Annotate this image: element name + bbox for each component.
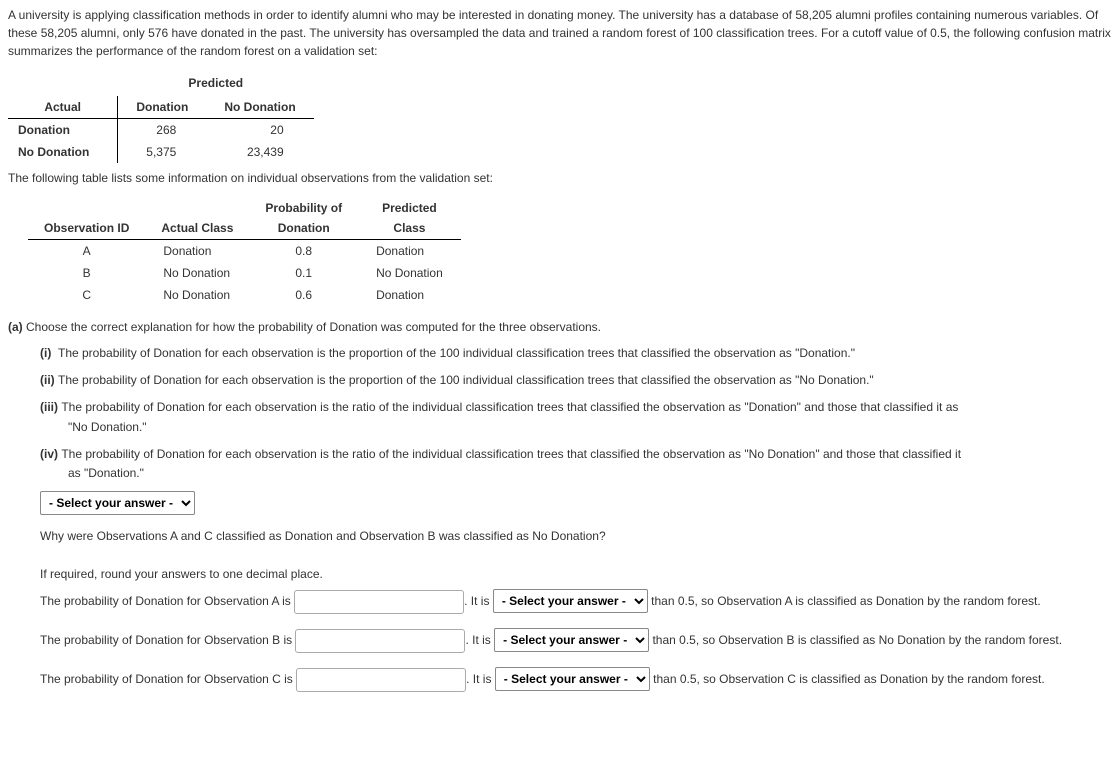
obs-col-pred-b: Class (358, 217, 461, 240)
fill-line-a: The probability of Donation for Observat… (40, 589, 1112, 614)
obs-col-prob-a: Probability of (249, 197, 358, 217)
option-iii: (iii) The probability of Donation for ea… (40, 398, 1112, 436)
fill-line-b: The probability of Donation for Observat… (40, 628, 1112, 653)
prob-c-input[interactable] (296, 668, 466, 692)
round-note: If required, round your answers to one d… (40, 565, 1112, 583)
matrix-super-header: Predicted (118, 72, 314, 96)
obs-col-actual: Actual Class (145, 197, 249, 240)
observations-table: Observation ID Actual Class Probability … (28, 197, 461, 306)
prob-b-input[interactable] (295, 629, 465, 653)
compare-b-select[interactable]: - Select your answer - (494, 628, 649, 652)
obs-col-id: Observation ID (28, 197, 145, 240)
matrix-row-donation: Donation 268 20 (8, 119, 314, 142)
matrix-row-no-donation: No Donation 5,375 23,439 (8, 141, 314, 163)
option-iv: (iv) The probability of Donation for eac… (40, 445, 1112, 483)
obs-col-prob-b: Donation (249, 217, 358, 240)
matrix-col-donation: Donation (118, 96, 207, 119)
part-a-label: (a) (8, 320, 23, 334)
fill-line-c: The probability of Donation for Observat… (40, 667, 1112, 692)
compare-c-select[interactable]: - Select your answer - (495, 667, 650, 691)
intro-paragraph: A university is applying classification … (8, 6, 1112, 60)
obs-row-a: A Donation 0.8 Donation (28, 240, 461, 263)
obs-row-b: B No Donation 0.1 No Donation (28, 262, 461, 284)
prob-a-input[interactable] (294, 590, 464, 614)
obs-row-c: C No Donation 0.6 Donation (28, 284, 461, 306)
obs-col-pred-a: Predicted (358, 197, 461, 217)
part-a-prompt: (a) Choose the correct explanation for h… (8, 318, 1112, 336)
part-a-text: Choose the correct explanation for how t… (26, 320, 601, 334)
option-i: (i) The probability of Donation for each… (40, 344, 1112, 363)
matrix-col-no-donation: No Donation (206, 96, 313, 119)
confusion-matrix-table: Predicted Actual Donation No Donation Do… (8, 72, 314, 163)
option-ii: (ii) The probability of Donation for eac… (40, 371, 1112, 390)
compare-a-select[interactable]: - Select your answer - (493, 589, 648, 613)
part-a-select[interactable]: - Select your answer - (40, 491, 195, 515)
obs-intro-text: The following table lists some informati… (8, 169, 1112, 187)
matrix-actual-label: Actual (8, 96, 118, 119)
why-question: Why were Observations A and C classified… (40, 527, 1112, 545)
